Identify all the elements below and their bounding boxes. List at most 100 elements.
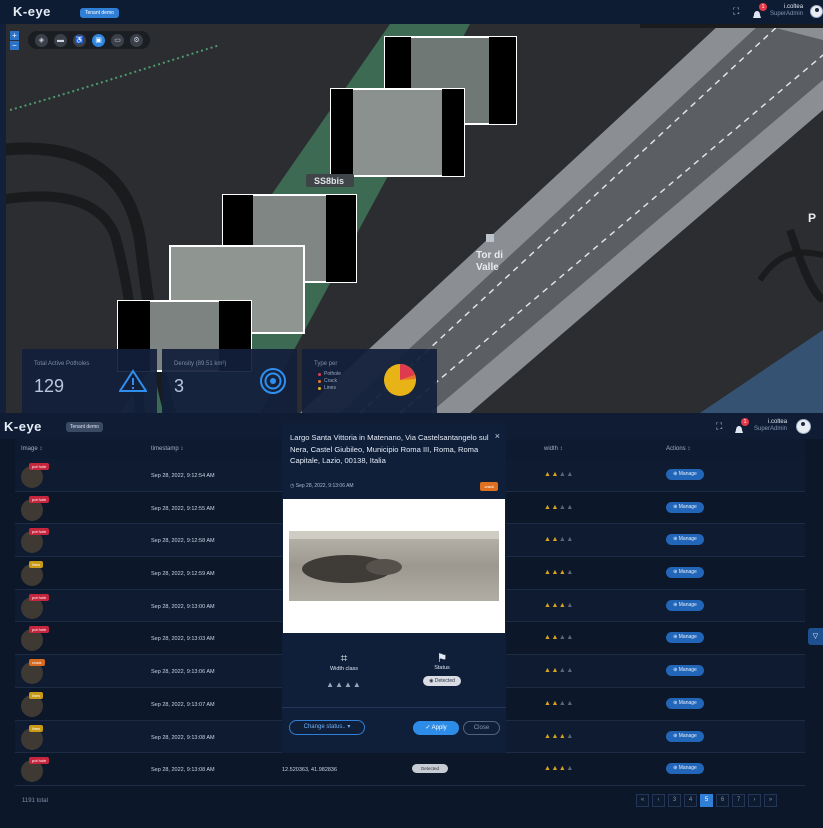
manage-button[interactable]: ⊕ Manage [666, 665, 704, 677]
manage-button[interactable]: ⊕ Manage [666, 567, 704, 579]
map-topbar: K-eye Tenant demo ⛶ 1 i.coltea SuperAdmi… [0, 0, 823, 24]
stat-label: Total Active Potholes [34, 361, 90, 367]
width-rating: ▲▲▲▲ [544, 667, 574, 675]
page-button[interactable]: 3 [668, 794, 681, 807]
car-icon[interactable]: ▬ [54, 33, 67, 47]
zoom-in-button[interactable]: + [10, 31, 19, 40]
close-button[interactable]: Close [463, 721, 500, 735]
type-tag: pot hole [29, 495, 50, 503]
monitor-icon[interactable]: ▭ [111, 33, 124, 47]
crop-icon: ⌗ [340, 651, 348, 665]
flag-icon: ⚑ [436, 651, 448, 665]
type-tag: pot hole [29, 528, 50, 536]
width-class-value: ▲▲▲▲ [326, 680, 362, 689]
status-badge: ◉ Detected [423, 676, 461, 686]
stat-value: 3 [174, 376, 185, 396]
type-legend: Pothole Crack Lines [318, 371, 341, 392]
type-label: Type per [314, 361, 338, 367]
manage-button[interactable]: ⊕ Manage [666, 763, 704, 775]
page-button[interactable]: 7 [732, 794, 745, 807]
page-button[interactable]: 4 [684, 794, 697, 807]
accessibility-icon[interactable]: ♿ [73, 33, 86, 47]
shield-icon[interactable]: ◈ [35, 33, 48, 47]
row-timestamp: Sep 28, 2022, 9:13:08 AM [151, 734, 215, 741]
stat-card-type: Type per Pothole Crack Lines [302, 349, 437, 413]
total-count: 1191 total [22, 798, 48, 804]
map-label-road: SS8bis [314, 176, 344, 186]
type-pie-chart [384, 364, 416, 396]
tenant-badge: Tenant demo [80, 8, 119, 18]
stats-panel: Total Active Potholes 129 Density (89.51… [22, 349, 437, 413]
page-button[interactable]: 6 [716, 794, 729, 807]
column-header-width[interactable]: width ↕ [544, 446, 563, 452]
user-info: i.coltea SuperAdmin [770, 4, 803, 18]
stat-card-potholes: Total Active Potholes 129 [22, 349, 157, 413]
stat-label: Density (89.51 km²) [174, 361, 227, 367]
legend-item: Pothole [318, 371, 341, 378]
app-logo[interactable]: K-eye [13, 4, 51, 19]
settings-icon[interactable]: ⚙ [130, 33, 143, 47]
column-header-image[interactable]: Image ↕ [21, 446, 42, 452]
manage-button[interactable]: ⊕ Manage [666, 469, 704, 480]
type-tag: pot hole [29, 757, 50, 765]
detection-photo[interactable] [283, 499, 505, 633]
road-photo [289, 531, 499, 601]
stat-value: 129 [34, 376, 65, 396]
status-block: ⚑ Status ◉ Detected [402, 651, 482, 686]
user-info: i.coltea SuperAdmin [754, 419, 787, 433]
modal-title: Largo Santa Vittoria in Matenano, Via Ca… [290, 433, 489, 466]
status-label: Status [434, 665, 450, 671]
page-button[interactable]: « [636, 794, 649, 807]
manage-button[interactable]: ⊕ Manage [666, 730, 704, 742]
avatar[interactable] [796, 419, 811, 434]
manage-button[interactable]: ⊕ Manage [666, 501, 704, 513]
camera-icon[interactable]: ▣ [92, 33, 105, 47]
row-timestamp: Sep 28, 2022, 9:12:55 AM [151, 505, 215, 512]
row-timestamp: Sep 28, 2022, 9:12:54 AM [151, 473, 215, 479]
page-button[interactable]: 5 [700, 794, 713, 807]
manage-button[interactable]: ⊕ Manage [666, 697, 704, 709]
filter-icon[interactable]: ▽ [808, 628, 823, 645]
fullscreen-icon[interactable]: ⛶ [716, 421, 722, 432]
stat-card-density: Density (89.51 km²) 3 [162, 349, 297, 413]
table-row[interactable]: pot hole Sep 28, 2022, 9:13:08 AM 12.52036… [15, 753, 805, 786]
type-tag: lines [29, 724, 44, 732]
type-tag: crack [29, 659, 45, 667]
zoom-out-button[interactable]: − [10, 41, 19, 50]
type-tag: crack [480, 482, 498, 491]
avatar[interactable] [810, 5, 823, 18]
column-header-actions[interactable]: Actions ↕ [666, 446, 690, 452]
clock-icon: ◷ [290, 483, 295, 489]
column-header-timestamp[interactable]: timestamp ↕ [151, 446, 183, 452]
width-class-block: ⌗ Width class ▲▲▲▲ [304, 651, 384, 689]
type-tag: pot hole [29, 593, 50, 601]
type-tag: pot hole [29, 463, 50, 470]
app-logo[interactable]: K-eye [4, 419, 42, 434]
width-rating: ▲▲▲▲ [544, 732, 574, 740]
manage-button[interactable]: ⊕ Manage [666, 599, 704, 611]
close-icon[interactable]: × [495, 431, 500, 441]
apply-button[interactable]: ✓ Apply [413, 721, 459, 735]
page-button[interactable]: › [748, 794, 761, 807]
width-rating: ▲▲▲▲ [544, 765, 574, 773]
width-rating: ▲▲▲▲ [544, 601, 574, 609]
page-button[interactable]: ‹ [652, 794, 665, 807]
screenshot-root: SS8bis Tor di Valle P K-eye Tenant demo … [0, 0, 823, 828]
width-rating: ▲▲▲▲ [544, 471, 574, 478]
user-name: i.coltea [784, 4, 804, 10]
zoom-controls: + − [10, 31, 20, 51]
bell-icon[interactable]: 1 [752, 3, 767, 18]
page-button[interactable]: » [764, 794, 777, 807]
row-timestamp: Sep 28, 2022, 9:13:08 AM [151, 767, 215, 774]
type-tag: pot hole [29, 626, 50, 634]
manage-button[interactable]: ⊕ Manage [666, 632, 704, 644]
fullscreen-icon[interactable]: ⛶ [733, 6, 739, 17]
bell-icon[interactable]: 1 [734, 418, 749, 433]
row-timestamp: Sep 28, 2022, 9:13:06 AM [151, 669, 215, 676]
user-role: SuperAdmin [754, 426, 788, 432]
map-toolbar: ◈ ▬ ♿ ▣ ▭ ⚙ [28, 31, 150, 49]
manage-button[interactable]: ⊕ Manage [666, 534, 704, 546]
type-tag: lines [29, 561, 44, 569]
modal-date: ◷ Sep 28, 2022, 9:13:06 AM [290, 483, 354, 489]
change-status-dropdown[interactable]: Change status.. ▾ [289, 720, 365, 735]
